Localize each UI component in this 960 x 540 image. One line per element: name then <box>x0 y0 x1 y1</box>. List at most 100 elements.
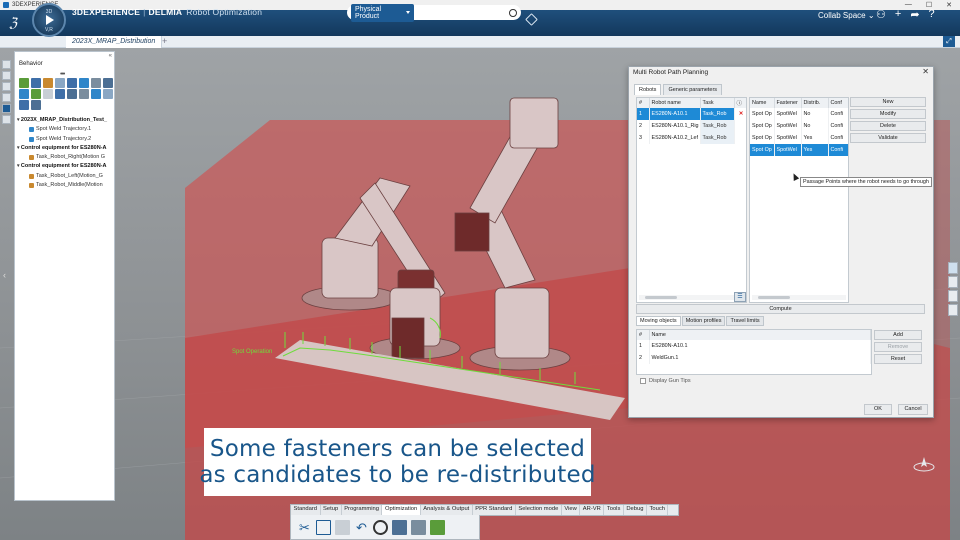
ok-button[interactable]: OK <box>864 404 892 415</box>
table-row[interactable]: Spot Op SpotWel No Confi <box>750 108 848 120</box>
collapse-panel-icon[interactable]: « <box>109 53 112 59</box>
tree-leaf[interactable]: Spot Weld Trajectory.2 <box>17 135 114 144</box>
table-row[interactable]: 1 ES280N-A10.1 Task_Rob ✕ <box>637 108 746 120</box>
tool-icon[interactable] <box>43 89 53 99</box>
modify-button[interactable]: Modify <box>850 109 926 119</box>
table-row[interactable]: Spot Op SpotWel No Confi <box>750 120 848 132</box>
fastener-distrib[interactable]: No <box>801 108 829 120</box>
table-row[interactable]: Spot Op SpotWel Yes Confi <box>750 132 848 144</box>
rail-button-4[interactable] <box>2 93 11 102</box>
tree-group[interactable]: 2023X_MRAP_Distribution_Test_ <box>17 116 114 125</box>
tree-group[interactable]: Control equipment for ES280N-A <box>17 162 114 171</box>
paste-icon[interactable] <box>335 519 350 535</box>
tool-icon[interactable] <box>79 89 89 99</box>
robot-task[interactable]: Task_Rob <box>700 120 735 132</box>
tool-icon[interactable] <box>67 78 77 88</box>
collab-space-dropdown[interactable]: Collab Space ⌄ <box>818 11 875 20</box>
display-gun-tips-checkbox[interactable]: Display Gun Tips <box>640 378 691 384</box>
tab-optimization[interactable]: Optimization <box>382 505 421 515</box>
rail-button-3[interactable] <box>2 82 11 91</box>
tab-programming[interactable]: Programming <box>342 505 383 515</box>
tool-icon[interactable] <box>103 89 113 99</box>
tool-icon[interactable] <box>43 78 53 88</box>
tab-ppr-standard[interactable]: PPR Standard <box>473 505 516 515</box>
remove-button[interactable]: Remove <box>874 342 922 352</box>
tool-icon[interactable] <box>91 78 101 88</box>
tab-setup[interactable]: Setup <box>321 505 342 515</box>
rail-button-4[interactable] <box>948 304 958 316</box>
tool-icon[interactable] <box>67 89 77 99</box>
rail-button-1[interactable] <box>948 262 958 274</box>
tree-leaf[interactable]: Task_Robot_Left(Motion_G <box>17 172 114 181</box>
search-input[interactable] <box>418 9 510 16</box>
copy-icon[interactable] <box>316 519 331 535</box>
tool-icon[interactable] <box>19 78 29 88</box>
ds-logo-icon[interactable]: ℨ <box>0 16 26 31</box>
search-icon[interactable] <box>509 8 517 17</box>
list-view-icon[interactable]: ☰ <box>734 292 746 302</box>
rail-button-1[interactable] <box>2 60 11 69</box>
tab-motion-profiles[interactable]: Motion profiles <box>681 316 726 326</box>
add-button[interactable]: Add <box>874 330 922 340</box>
table-row[interactable]: 2 WeldGun.1 <box>637 352 871 364</box>
robot-task[interactable]: Task_Rob <box>700 108 735 120</box>
optimize-icon[interactable] <box>430 519 445 535</box>
tool-icon[interactable] <box>91 89 101 99</box>
tree-leaf[interactable]: Task_Robot_Middle(Motion <box>17 181 114 190</box>
fastener-distrib[interactable]: No <box>801 120 829 132</box>
tool-icon[interactable] <box>31 89 41 99</box>
compute-button[interactable]: Compute <box>636 304 925 314</box>
horizontal-scrollbar[interactable] <box>639 295 744 300</box>
fullscreen-icon[interactable]: ⤢ <box>943 36 955 47</box>
delete-icon[interactable]: ✕ <box>734 108 746 120</box>
checkbox-box[interactable] <box>640 378 646 384</box>
tool-icon[interactable] <box>19 89 29 99</box>
close-icon[interactable]: ✕ <box>922 67 929 76</box>
tab-ar-vr[interactable]: AR-VR <box>580 505 605 515</box>
undo-icon[interactable]: ↶ <box>354 520 369 535</box>
share-icon[interactable]: ➦ <box>910 8 919 21</box>
rail-button-2[interactable] <box>2 71 11 80</box>
tool-icon[interactable] <box>79 78 89 88</box>
new-button[interactable]: New <box>850 97 926 107</box>
tab-standard[interactable]: Standard <box>291 505 321 515</box>
info-icon[interactable]: ⓘ <box>734 98 746 108</box>
tab-selection-mode[interactable]: Selection mode <box>516 505 562 515</box>
rail-button-5[interactable] <box>2 104 11 113</box>
cut-icon[interactable]: ✂ <box>297 520 312 535</box>
compass-button[interactable]: 3D V,R <box>32 3 66 37</box>
tool-icon[interactable] <box>103 78 113 88</box>
view-compass-icon[interactable] <box>912 455 936 473</box>
tool-icon[interactable] <box>31 100 41 110</box>
tool-icon[interactable] <box>31 78 41 88</box>
delete-button[interactable]: Delete <box>850 121 926 131</box>
rail-button-2[interactable] <box>948 276 958 288</box>
robot-tool-icon[interactable] <box>411 519 426 535</box>
add-tab-button[interactable]: + <box>162 36 167 46</box>
table-row[interactable]: 3 ES280N-A10.2_Lef Task_Rob <box>637 132 746 144</box>
table-row[interactable]: 1 ES280N-A10.1 <box>637 340 871 352</box>
tree-leaf[interactable]: Spot Weld Trajectory.1 <box>17 125 114 134</box>
grip-icon[interactable]: ••• <box>60 71 65 78</box>
reset-button[interactable]: Reset <box>874 354 922 364</box>
tool-icon[interactable] <box>55 89 65 99</box>
help-icon[interactable]: ? <box>929 8 935 21</box>
validate-button[interactable]: Validate <box>850 133 926 143</box>
scroll-thumb[interactable] <box>645 296 677 299</box>
table-row[interactable]: Spot Op SpotWel Yes Confi <box>750 144 848 156</box>
horizontal-scrollbar[interactable] <box>752 295 846 300</box>
tab-analysis-output[interactable]: Analysis & Output <box>421 505 473 515</box>
tab-moving-objects[interactable]: Moving objects <box>636 316 681 326</box>
tab-touch[interactable]: Touch <box>647 505 669 515</box>
cancel-button[interactable]: Cancel <box>898 404 928 415</box>
table-row[interactable]: 2 ES280N-A10.1_Rig Task_Rob <box>637 120 746 132</box>
collapse-arrow-icon[interactable]: ‹ <box>3 270 6 280</box>
tab-debug[interactable]: Debug <box>624 505 647 515</box>
tab-view[interactable]: View <box>562 505 581 515</box>
user-icon[interactable]: ⚇ <box>876 8 886 21</box>
tool-icon[interactable] <box>55 78 65 88</box>
rail-button-3[interactable] <box>948 290 958 302</box>
search-scope-dropdown[interactable]: Physical Product <box>351 3 415 22</box>
scroll-thumb[interactable] <box>758 296 790 299</box>
tab-robots[interactable]: Robots <box>634 84 662 95</box>
